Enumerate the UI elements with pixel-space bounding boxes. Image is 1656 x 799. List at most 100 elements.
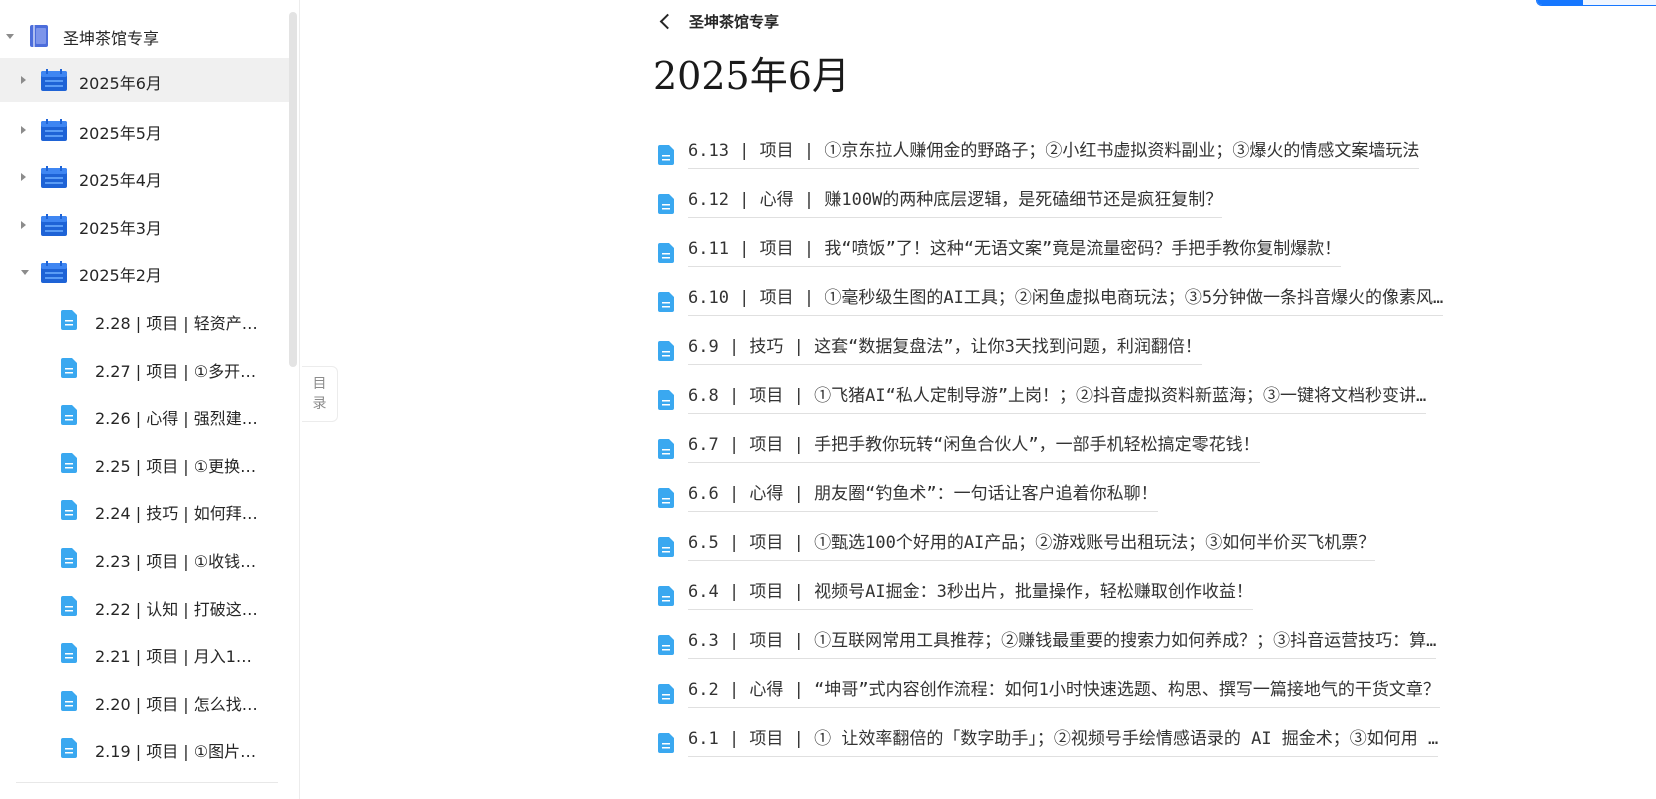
document-list-item[interactable]: 6.2 | 心得 | “坤哥”式内容创作流程：如何1小时快速选题、构思、撰写一篇… <box>656 669 1546 718</box>
document-link[interactable]: 6.10 | 项目 | ①毫秒级生图的AI工具；②闲鱼虚拟电商玩法；③5分钟做一… <box>688 287 1444 316</box>
document-icon <box>61 310 77 330</box>
sidebar-doc-label: 2.21 | 项目 | 月入1… <box>95 647 252 666</box>
document-icon <box>61 358 77 378</box>
expand-arrow-icon[interactable] <box>21 76 26 84</box>
document-icon <box>61 738 77 758</box>
document-list-item[interactable]: 6.5 | 项目 | ①甄选100个好用的AI产品；②游戏账号出租玩法；③如何半… <box>656 522 1546 571</box>
collapse-arrow-icon[interactable] <box>21 270 29 275</box>
sidebar-doc-label: 2.20 | 项目 | 怎么找… <box>95 695 258 714</box>
document-icon <box>61 500 77 520</box>
sidebar-root-label: 圣坤茶馆专享 <box>63 29 160 48</box>
document-icon <box>658 390 674 410</box>
expand-arrow-icon[interactable] <box>21 126 26 134</box>
sidebar-root-item[interactable]: 圣坤茶馆专享 <box>0 14 290 58</box>
document-list-item[interactable]: 6.10 | 项目 | ①毫秒级生图的AI工具；②闲鱼虚拟电商玩法；③5分钟做一… <box>656 277 1546 326</box>
document-link[interactable]: 6.1 | 项目 | ① 让效率翻倍的「数字助手」；②视频号手绘情感语录的 AI… <box>688 728 1439 757</box>
calendar-icon <box>41 166 67 188</box>
sidebar-item-2025-04[interactable]: 2025年4月 <box>0 155 290 199</box>
sidebar: 圣坤茶馆专享 2025年6月 2025年5月 2025年4月 2025年3月 2… <box>0 0 300 799</box>
sidebar-doc-item[interactable]: 2.27 | 项目 | ①多开… <box>0 346 290 390</box>
document-icon <box>658 243 674 263</box>
calendar-icon <box>41 119 67 141</box>
back-link[interactable]: 圣坤茶馆专享 <box>658 8 779 34</box>
expand-arrow-icon[interactable] <box>21 173 26 181</box>
document-icon <box>658 439 674 459</box>
document-list: 6.13 | 项目 | ①京东拉人赚佣金的野路子；②小红书虚拟资料副业；③爆火的… <box>656 130 1546 767</box>
sidebar-doc-item[interactable]: 2.20 | 项目 | 怎么找… <box>0 679 290 723</box>
document-icon <box>61 405 77 425</box>
sidebar-doc-item[interactable]: 2.26 | 心得 | 强烈建… <box>0 393 290 437</box>
document-link[interactable]: 6.2 | 心得 | “坤哥”式内容创作流程：如何1小时快速选题、构思、撰写一篇… <box>688 679 1440 708</box>
document-icon <box>61 596 77 616</box>
document-list-item[interactable]: 6.3 | 项目 | ①互联网常用工具推荐；②赚钱最重要的搜索力如何养成？；③抖… <box>656 620 1546 669</box>
document-icon <box>658 194 674 214</box>
document-list-item[interactable]: 6.1 | 项目 | ① 让效率翻倍的「数字助手」；②视频号手绘情感语录的 AI… <box>656 718 1546 767</box>
document-list-item[interactable]: 6.12 | 心得 | 赚100W的两种底层逻辑，是死磕细节还是疯狂复制？ <box>656 179 1546 228</box>
document-link[interactable]: 6.12 | 心得 | 赚100W的两种底层逻辑，是死磕细节还是疯狂复制？ <box>688 189 1223 218</box>
sidebar-doc-item[interactable]: 2.24 | 技巧 | 如何拜… <box>0 488 290 532</box>
sidebar-item-2025-05[interactable]: 2025年5月 <box>0 108 290 152</box>
document-icon <box>658 292 674 312</box>
document-link[interactable]: 6.6 | 心得 | 朋友圈“钓鱼术”：一句话让客户追着你私聊！ <box>688 483 1158 512</box>
calendar-icon <box>41 261 67 283</box>
document-link[interactable]: 6.13 | 项目 | ①京东拉人赚佣金的野路子；②小红书虚拟资料副业；③爆火的… <box>688 140 1420 169</box>
sidebar-doc-label: 2.28 | 项目 | 轻资产… <box>95 314 258 333</box>
sidebar-item-2025-03[interactable]: 2025年3月 <box>0 203 290 247</box>
document-list-item[interactable]: 6.4 | 项目 | 视频号AI掘金：3秒出片，批量操作，轻松赚取创作收益！ <box>656 571 1546 620</box>
collapse-arrow-icon[interactable] <box>6 34 14 39</box>
sidebar-doc-item[interactable]: 2.21 | 项目 | 月入1… <box>0 631 290 675</box>
document-icon <box>658 684 674 704</box>
sidebar-item-label: 2025年4月 <box>79 171 162 190</box>
sidebar-doc-item[interactable]: 2.28 | 项目 | 轻资产… <box>0 298 290 342</box>
expand-arrow-icon[interactable] <box>21 221 26 229</box>
sidebar-doc-label: 2.19 | 项目 | ①图片… <box>95 742 257 761</box>
document-link[interactable]: 6.7 | 项目 | 手把手教你玩转“闲鱼合伙人”，一部手机轻松搞定零花钱！ <box>688 434 1260 463</box>
toc-toggle-button[interactable]: 目 录 <box>302 366 338 422</box>
sidebar-doc-item[interactable]: 2.25 | 项目 | ①更换… <box>0 441 290 485</box>
document-link[interactable]: 6.9 | 技巧 | 这套“数据复盘法”，让你3天找到问题，利润翻倍！ <box>688 336 1202 365</box>
document-list-item[interactable]: 6.6 | 心得 | 朋友圈“钓鱼术”：一句话让客户追着你私聊！ <box>656 473 1546 522</box>
chevron-left-icon <box>659 13 676 29</box>
sidebar-doc-label: 2.25 | 项目 | ①更换… <box>95 457 257 476</box>
calendar-icon <box>41 69 67 91</box>
document-icon <box>658 145 674 165</box>
toc-toggle-label: 录 <box>312 396 327 412</box>
calendar-icon <box>41 214 67 236</box>
sidebar-doc-label: 2.27 | 项目 | ①多开… <box>95 362 257 381</box>
sidebar-item-label: 2025年6月 <box>79 74 162 93</box>
document-link[interactable]: 6.11 | 项目 | 我“喷饭”了！这种“无语文案”竟是流量密码？手把手教你复… <box>688 238 1342 267</box>
sidebar-doc-item[interactable]: 2.22 | 认知 | 打破这… <box>0 584 290 628</box>
sidebar-doc-item[interactable]: 2.19 | 项目 | ①图片… <box>0 726 290 770</box>
sidebar-doc-label: 2.22 | 认知 | 打破这… <box>95 600 258 619</box>
document-link[interactable]: 6.8 | 项目 | ①飞猪AI“私人定制导游”上岗！；②抖音虚拟资料新蓝海；③… <box>688 385 1427 414</box>
top-right-indicator[interactable] <box>1536 0 1656 6</box>
sidebar-doc-label: 2.26 | 心得 | 强烈建… <box>95 409 258 428</box>
book-icon <box>30 25 48 47</box>
divider <box>16 782 278 783</box>
document-icon <box>61 643 77 663</box>
document-list-item[interactable]: 6.9 | 技巧 | 这套“数据复盘法”，让你3天找到问题，利润翻倍！ <box>656 326 1546 375</box>
sidebar-doc-item[interactable]: 2.23 | 项目 | ①收钱… <box>0 536 290 580</box>
document-icon <box>61 691 77 711</box>
sidebar-item-label: 2025年3月 <box>79 219 162 238</box>
app-window: 圣坤茶馆专享 2025年6月 2025年5月 2025年4月 2025年3月 2… <box>0 0 1656 799</box>
sidebar-item-label: 2025年2月 <box>79 266 162 285</box>
document-list-item[interactable]: 6.13 | 项目 | ①京东拉人赚佣金的野路子；②小红书虚拟资料副业；③爆火的… <box>656 130 1546 179</box>
document-link[interactable]: 6.3 | 项目 | ①互联网常用工具推荐；②赚钱最重要的搜索力如何养成？；③抖… <box>688 630 1437 659</box>
document-icon <box>658 586 674 606</box>
sidebar-item-2025-02[interactable]: 2025年2月 <box>0 250 290 294</box>
page-title: 2025年6月 <box>653 54 850 98</box>
document-list-item[interactable]: 6.11 | 项目 | 我“喷饭”了！这种“无语文案”竟是流量密码？手把手教你复… <box>656 228 1546 277</box>
back-link-label: 圣坤茶馆专享 <box>689 12 780 31</box>
document-link[interactable]: 6.4 | 项目 | 视频号AI掘金：3秒出片，批量操作，轻松赚取创作收益！ <box>688 581 1253 610</box>
sidebar-doc-label: 2.24 | 技巧 | 如何拜… <box>95 504 258 523</box>
document-list-item[interactable]: 6.8 | 项目 | ①飞猪AI“私人定制导游”上岗！；②抖音虚拟资料新蓝海；③… <box>656 375 1546 424</box>
document-icon <box>61 453 77 473</box>
document-list-item[interactable]: 6.7 | 项目 | 手把手教你玩转“闲鱼合伙人”，一部手机轻松搞定零花钱！ <box>656 424 1546 473</box>
document-link[interactable]: 6.5 | 项目 | ①甄选100个好用的AI产品；②游戏账号出租玩法；③如何半… <box>688 532 1376 561</box>
document-icon <box>658 635 674 655</box>
sidebar-scrollbar[interactable] <box>289 12 297 367</box>
document-icon <box>658 733 674 753</box>
toc-toggle-label: 目 <box>312 376 327 392</box>
sidebar-item-2025-06[interactable]: 2025年6月 <box>0 58 290 102</box>
